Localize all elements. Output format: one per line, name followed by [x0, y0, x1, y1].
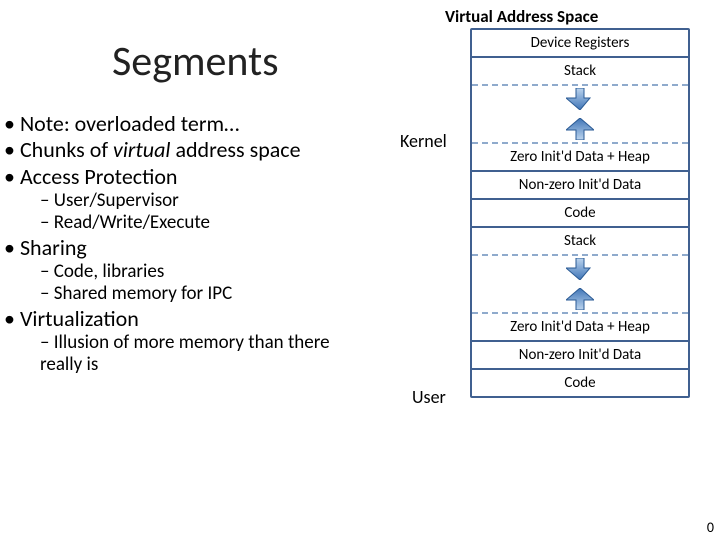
slide-number: 0	[707, 519, 714, 536]
user-label: User	[412, 386, 446, 408]
seg-user-code: Code	[472, 370, 688, 396]
seg-user-nonzero: Non-zero Init'd Data	[472, 340, 688, 370]
user-gap	[472, 254, 688, 312]
bullet-2c: address space	[170, 136, 300, 163]
kernel-gap	[472, 84, 688, 142]
seg-kernel-stack: Stack	[472, 58, 688, 84]
address-space-diagram: Device Registers Stack Zero Init'd Data …	[470, 28, 690, 398]
arrow-up-icon	[566, 118, 594, 140]
bullet-2b: virtual	[113, 136, 170, 163]
user-region: Stack Zero Init'd Data + Heap Non-zero I…	[470, 226, 690, 398]
seg-user-stack: Stack	[472, 228, 688, 254]
bullet-5-1: Illusion of more memory than there reall…	[40, 332, 374, 376]
seg-kernel-nonzero: Non-zero Init'd Data	[472, 170, 688, 200]
arrow-down-icon	[566, 258, 594, 280]
bullet-1: Note: overloaded term…	[4, 111, 374, 136]
seg-user-zero-heap: Zero Init'd Data + Heap	[472, 312, 688, 340]
bullet-list: Note: overloaded term… Chunks of virtual…	[4, 110, 374, 376]
seg-kernel-code: Code	[472, 200, 688, 226]
bullet-3-2: Read/Write/Execute	[40, 212, 374, 234]
bullet-4-1: Code, libraries	[40, 261, 374, 283]
bullet-5: Virtualization	[4, 306, 374, 331]
bullet-2: Chunks of virtual address space	[4, 137, 374, 162]
page-title: Segments	[112, 36, 279, 87]
bullet-3-1: User/Supervisor	[40, 190, 374, 212]
kernel-label: Kernel	[400, 130, 447, 152]
bullet-2a: Chunks of	[20, 136, 113, 163]
arrow-down-icon	[566, 88, 594, 110]
seg-kernel-device-registers: Device Registers	[472, 30, 688, 58]
vas-title: Virtual Address Space	[445, 6, 598, 27]
bullet-4: Sharing	[4, 235, 374, 260]
bullet-3: Access Protection	[4, 164, 374, 189]
kernel-region: Device Registers Stack Zero Init'd Data …	[470, 28, 690, 228]
seg-kernel-zero-heap: Zero Init'd Data + Heap	[472, 142, 688, 170]
arrow-up-icon	[566, 288, 594, 310]
bullet-4-2: Shared memory for IPC	[40, 283, 374, 305]
